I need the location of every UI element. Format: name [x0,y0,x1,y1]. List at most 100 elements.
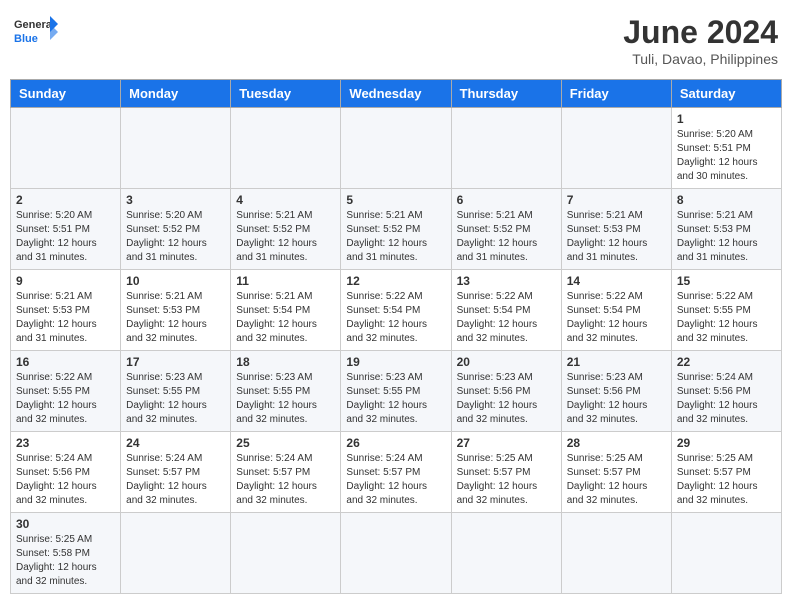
weekday-header-tuesday: Tuesday [231,80,341,108]
day-info: Sunrise: 5:23 AM Sunset: 5:55 PM Dayligh… [236,371,335,427]
calendar-cell: 12Sunrise: 5:22 AM Sunset: 5:54 PM Dayli… [341,270,451,351]
day-number: 5 [346,193,445,207]
weekday-header-wednesday: Wednesday [341,80,451,108]
calendar-cell: 19 Sunrise: 5:23 AM Sunset: 5:55 PM Dayli… [341,351,451,432]
day-number: 19 [346,355,445,369]
day-info: Sunrise: 5:21 AM Sunset: 5:53 PM Dayligh… [677,209,776,265]
calendar-cell: 26Sunrise: 5:24 AM Sunset: 5:57 PM Dayli… [341,432,451,513]
day-number: 24 [126,436,225,450]
location-subtitle: Tuli, Davao, Philippines [623,51,778,67]
calendar-cell [561,513,671,594]
calendar-week-row: 16 Sunrise: 5:22 AM Sunset: 5:55 PM Dayli… [11,351,782,432]
day-info: Sunrise: 5:21 AM Sunset: 5:53 PM Dayligh… [16,290,115,346]
calendar-cell: 24Sunrise: 5:24 AM Sunset: 5:57 PM Dayli… [121,432,231,513]
calendar-cell: 17 Sunrise: 5:23 AM Sunset: 5:55 PM Dayli… [121,351,231,432]
day-info: Sunrise: 5:20 AM Sunset: 5:51 PM Dayligh… [677,128,776,184]
day-number: 1 [677,112,776,126]
page-header: General Blue June 2024 Tuli, Davao, Phil… [10,10,782,71]
day-number: 11 [236,274,335,288]
calendar-week-row: 1 Sunrise: 5:20 AM Sunset: 5:51 PM Daylig… [11,108,782,189]
svg-text:General: General [14,19,55,31]
day-number: 23 [16,436,115,450]
calendar-cell: 22 Sunrise: 5:24 AM Sunset: 5:56 PM Dayli… [671,351,781,432]
day-number: 10 [126,274,225,288]
calendar-table: SundayMondayTuesdayWednesdayThursdayFrid… [10,79,782,594]
calendar-cell: 18Sunrise: 5:23 AM Sunset: 5:55 PM Dayli… [231,351,341,432]
day-number: 25 [236,436,335,450]
day-number: 29 [677,436,776,450]
day-info: Sunrise: 5:20 AM Sunset: 5:52 PM Dayligh… [126,209,225,265]
day-info: Sunrise: 5:20 AM Sunset: 5:51 PM Dayligh… [16,209,115,265]
weekday-header-sunday: Sunday [11,80,121,108]
calendar-cell: 29 Sunrise: 5:25 AM Sunset: 5:57 PM Dayli… [671,432,781,513]
generalblue-logo-icon: General Blue [14,14,58,55]
calendar-cell: 21 Sunrise: 5:23 AM Sunset: 5:56 PM Dayli… [561,351,671,432]
day-info: Sunrise: 5:22 AM Sunset: 5:54 PM Dayligh… [457,290,556,346]
calendar-cell: 8 Sunrise: 5:21 AM Sunset: 5:53 PM Daylig… [671,189,781,270]
calendar-cell [231,513,341,594]
calendar-cell: 14Sunrise: 5:22 AM Sunset: 5:54 PM Dayli… [561,270,671,351]
day-info: Sunrise: 5:21 AM Sunset: 5:53 PM Dayligh… [126,290,225,346]
day-number: 21 [567,355,666,369]
day-number: 27 [457,436,556,450]
weekday-header-saturday: Saturday [671,80,781,108]
calendar-cell [231,108,341,189]
calendar-week-row: 2Sunrise: 5:20 AM Sunset: 5:51 PM Daylig… [11,189,782,270]
calendar-cell: 3Sunrise: 5:20 AM Sunset: 5:52 PM Daylig… [121,189,231,270]
calendar-cell [121,513,231,594]
day-info: Sunrise: 5:21 AM Sunset: 5:54 PM Dayligh… [236,290,335,346]
day-info: Sunrise: 5:22 AM Sunset: 5:55 PM Dayligh… [677,290,776,346]
day-info: Sunrise: 5:21 AM Sunset: 5:52 PM Dayligh… [236,209,335,265]
calendar-cell: 11 Sunrise: 5:21 AM Sunset: 5:54 PM Dayli… [231,270,341,351]
calendar-week-row: 30 Sunrise: 5:25 AM Sunset: 5:58 PM Dayli… [11,513,782,594]
day-number: 14 [567,274,666,288]
day-info: Sunrise: 5:23 AM Sunset: 5:55 PM Dayligh… [346,371,445,427]
weekday-header-monday: Monday [121,80,231,108]
calendar-cell [341,108,451,189]
day-info: Sunrise: 5:23 AM Sunset: 5:56 PM Dayligh… [567,371,666,427]
day-number: 20 [457,355,556,369]
calendar-cell [561,108,671,189]
day-info: Sunrise: 5:24 AM Sunset: 5:56 PM Dayligh… [677,371,776,427]
day-info: Sunrise: 5:23 AM Sunset: 5:55 PM Dayligh… [126,371,225,427]
day-info: Sunrise: 5:21 AM Sunset: 5:52 PM Dayligh… [346,209,445,265]
day-info: Sunrise: 5:21 AM Sunset: 5:53 PM Dayligh… [567,209,666,265]
day-number: 15 [677,274,776,288]
day-number: 6 [457,193,556,207]
calendar-cell [451,513,561,594]
calendar-cell: 1 Sunrise: 5:20 AM Sunset: 5:51 PM Daylig… [671,108,781,189]
logo-area: General Blue [14,14,58,55]
svg-text:Blue: Blue [14,33,38,45]
calendar-cell: 27Sunrise: 5:25 AM Sunset: 5:57 PM Dayli… [451,432,561,513]
calendar-cell: 10 Sunrise: 5:21 AM Sunset: 5:53 PM Dayli… [121,270,231,351]
calendar-cell: 4Sunrise: 5:21 AM Sunset: 5:52 PM Daylig… [231,189,341,270]
day-info: Sunrise: 5:22 AM Sunset: 5:55 PM Dayligh… [16,371,115,427]
weekday-header-friday: Friday [561,80,671,108]
day-number: 22 [677,355,776,369]
calendar-cell [451,108,561,189]
day-number: 17 [126,355,225,369]
calendar-cell [341,513,451,594]
day-info: Sunrise: 5:21 AM Sunset: 5:52 PM Dayligh… [457,209,556,265]
day-number: 8 [677,193,776,207]
calendar-cell [11,108,121,189]
day-number: 13 [457,274,556,288]
day-info: Sunrise: 5:24 AM Sunset: 5:56 PM Dayligh… [16,452,115,508]
day-number: 30 [16,517,115,531]
calendar-cell: 7Sunrise: 5:21 AM Sunset: 5:53 PM Daylig… [561,189,671,270]
calendar-cell: 6 Sunrise: 5:21 AM Sunset: 5:52 PM Daylig… [451,189,561,270]
day-number: 16 [16,355,115,369]
day-info: Sunrise: 5:25 AM Sunset: 5:57 PM Dayligh… [677,452,776,508]
day-info: Sunrise: 5:24 AM Sunset: 5:57 PM Dayligh… [346,452,445,508]
calendar-cell: 16 Sunrise: 5:22 AM Sunset: 5:55 PM Dayli… [11,351,121,432]
day-info: Sunrise: 5:23 AM Sunset: 5:56 PM Dayligh… [457,371,556,427]
calendar-cell [671,513,781,594]
day-info: Sunrise: 5:25 AM Sunset: 5:58 PM Dayligh… [16,533,115,589]
day-info: Sunrise: 5:25 AM Sunset: 5:57 PM Dayligh… [567,452,666,508]
calendar-cell [121,108,231,189]
calendar-cell: 13 Sunrise: 5:22 AM Sunset: 5:54 PM Dayli… [451,270,561,351]
calendar-week-row: 23 Sunrise: 5:24 AM Sunset: 5:56 PM Dayli… [11,432,782,513]
calendar-cell: 23 Sunrise: 5:24 AM Sunset: 5:56 PM Dayli… [11,432,121,513]
title-area: June 2024 Tuli, Davao, Philippines [623,14,778,67]
weekday-header-thursday: Thursday [451,80,561,108]
